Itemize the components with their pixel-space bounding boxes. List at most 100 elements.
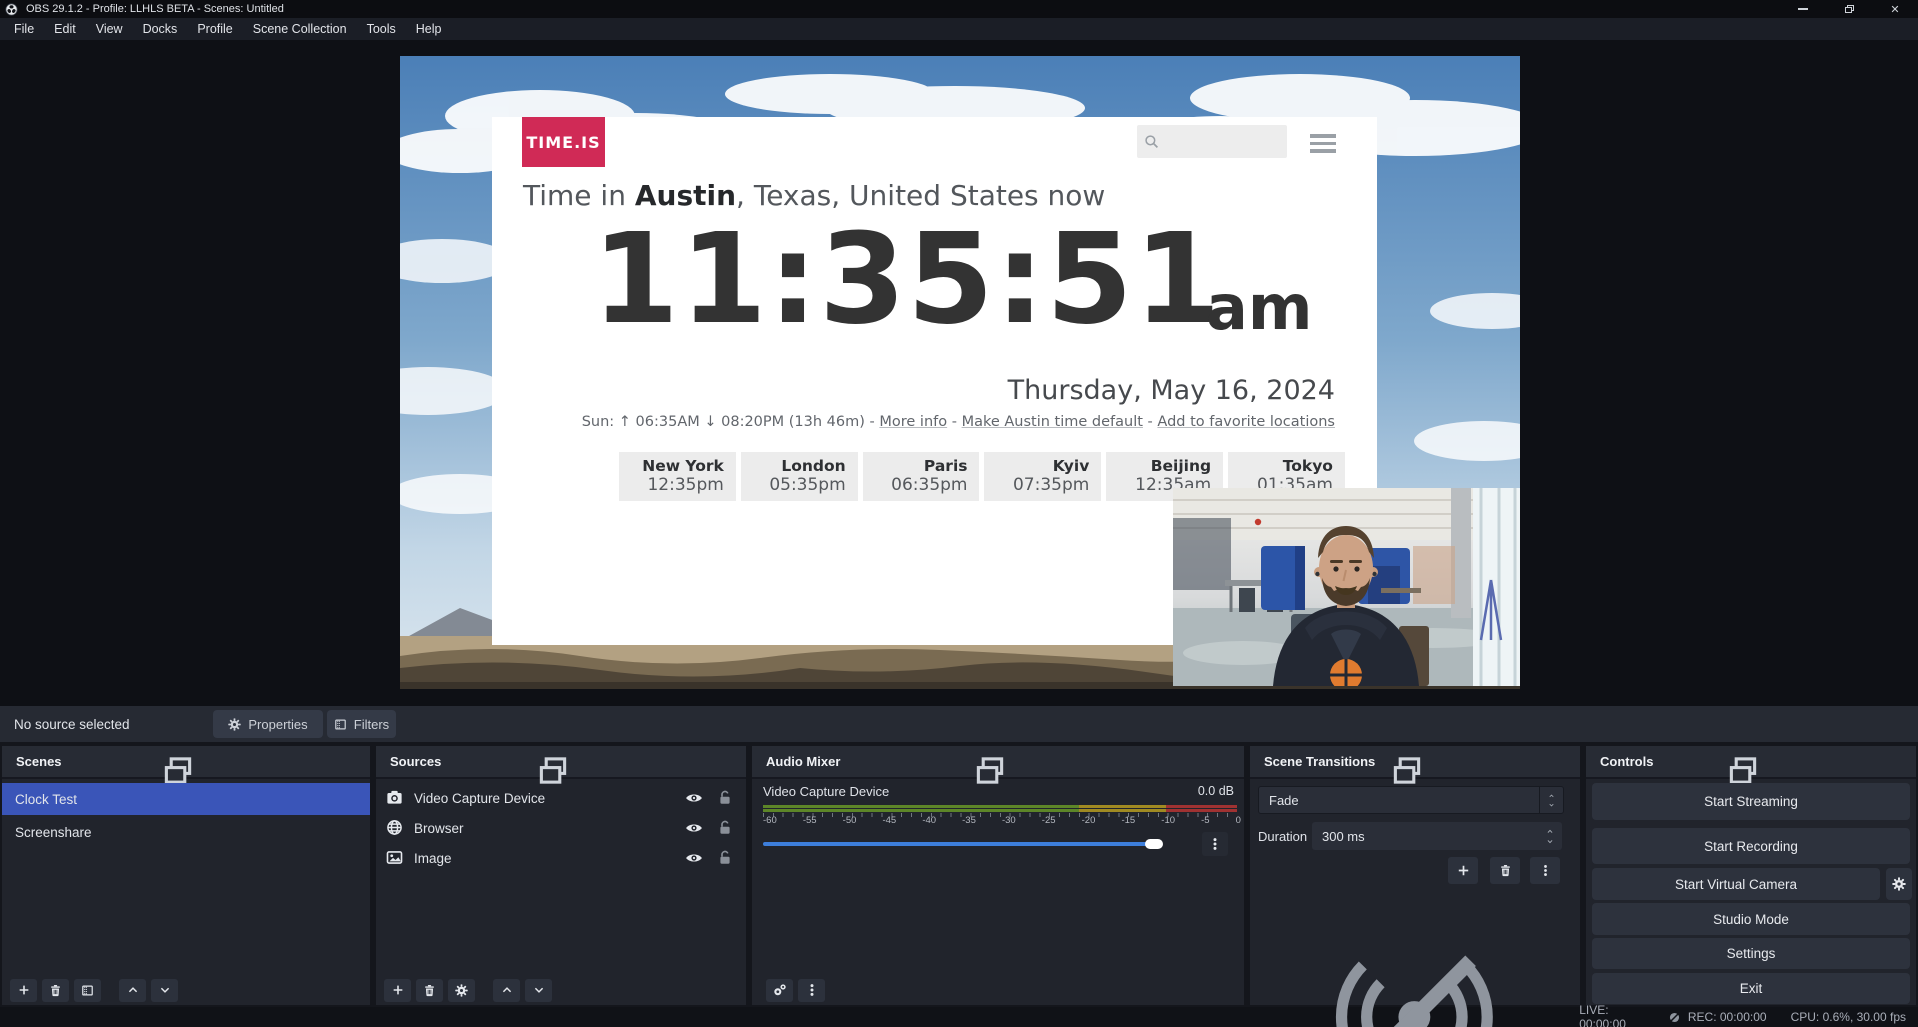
sources-header[interactable]: Sources xyxy=(376,746,746,779)
chevron-down-icon xyxy=(1545,838,1555,845)
remove-source-button[interactable] xyxy=(416,979,443,1002)
duration-label: Duration xyxy=(1258,820,1307,852)
scene-filters-button[interactable] xyxy=(74,979,101,1002)
scene-item-screenshare[interactable]: Screenshare xyxy=(2,816,370,848)
source-row-browser[interactable]: Browser xyxy=(376,813,746,843)
volume-slider[interactable] xyxy=(763,842,1153,846)
menu-profile[interactable]: Profile xyxy=(187,18,242,40)
transitions-header[interactable]: Scene Transitions xyxy=(1250,746,1580,779)
timeis-search-box xyxy=(1137,125,1287,158)
popout-icon[interactable] xyxy=(1242,755,1572,786)
webcam-source xyxy=(1173,488,1520,686)
window-title: OBS 29.1.2 - Profile: LLHLS BETA - Scene… xyxy=(26,3,284,15)
menu-file[interactable]: File xyxy=(4,18,44,40)
title-bar: OBS 29.1.2 - Profile: LLHLS BETA - Scene… xyxy=(0,0,1918,18)
audio-mixer-panel: Audio Mixer Video Capture Device 0.0 dB … xyxy=(752,746,1244,1005)
mixer-db-value: 0.0 dB xyxy=(1198,784,1234,798)
move-source-up-button[interactable] xyxy=(493,979,520,1002)
start-recording-button[interactable]: Start Recording xyxy=(1592,828,1910,864)
record-off-icon xyxy=(1668,1011,1681,1024)
chevron-up-icon xyxy=(1545,828,1555,835)
broadcast-off-icon xyxy=(1257,942,1572,1027)
lock-icon[interactable] xyxy=(717,819,733,836)
source-toolbar: No source selected Properties Filters xyxy=(0,706,1918,742)
minimize-button[interactable] xyxy=(1780,0,1826,18)
filters-button[interactable]: Filters xyxy=(327,710,396,738)
source-row-image[interactable]: Image xyxy=(376,843,746,873)
camera-icon xyxy=(386,789,403,806)
sources-panel: Sources Video Capture Device Browser Ima… xyxy=(376,746,746,1005)
menu-docks[interactable]: Docks xyxy=(133,18,188,40)
scenes-header[interactable]: Scenes xyxy=(2,746,370,779)
start-streaming-button[interactable]: Start Streaming xyxy=(1592,783,1910,820)
scene-item-clock-test[interactable]: Clock Test xyxy=(2,783,370,815)
sources-toolbar xyxy=(384,978,552,1002)
volume-slider-handle[interactable] xyxy=(1145,839,1163,849)
rec-status: REC: 00:00:00 xyxy=(1668,1010,1767,1024)
gear-icon xyxy=(1892,877,1906,891)
transition-menu-button[interactable] xyxy=(1530,857,1560,884)
visibility-eye-icon[interactable] xyxy=(685,849,703,867)
mixer-toolbar xyxy=(766,978,825,1002)
volume-slider-row xyxy=(763,832,1233,856)
popout-icon[interactable] xyxy=(1578,755,1908,786)
obs-logo-icon xyxy=(5,3,18,16)
chevron-down-icon xyxy=(1547,802,1556,808)
add-source-button[interactable] xyxy=(384,979,411,1002)
source-properties-button[interactable] xyxy=(448,979,475,1002)
restore-icon xyxy=(1845,5,1854,13)
menu-edit[interactable]: Edit xyxy=(44,18,86,40)
remove-scene-button[interactable] xyxy=(42,979,69,1002)
studio-mode-button[interactable]: Studio Mode xyxy=(1592,903,1910,935)
clock-ampm: am xyxy=(1206,277,1312,339)
live-status: LIVE: 00:00:00 xyxy=(1257,942,1643,1027)
duration-spinner[interactable] xyxy=(1538,822,1562,850)
city-clock: New York12:35pm xyxy=(619,452,736,501)
meter-tick-labels: -60-55 -50-45 -40-35 -30-25 -20-15 -10-5… xyxy=(763,815,1241,826)
menu-tools[interactable]: Tools xyxy=(357,18,406,40)
menu-scene-collection[interactable]: Scene Collection xyxy=(243,18,357,40)
visibility-eye-icon[interactable] xyxy=(685,819,703,837)
make-default-link: Make Austin time default xyxy=(962,414,1143,430)
menu-help[interactable]: Help xyxy=(406,18,452,40)
menu-view[interactable]: View xyxy=(86,18,133,40)
popout-icon[interactable] xyxy=(0,755,362,786)
scenes-panel: Scenes Clock Test Screenshare xyxy=(2,746,370,1005)
popout-icon[interactable] xyxy=(744,755,1236,786)
add-scene-button[interactable] xyxy=(10,979,37,1002)
minimize-icon xyxy=(1798,8,1808,10)
cpu-status: CPU: 0.6%, 30.00 fps xyxy=(1791,1010,1906,1024)
audio-mixer-header[interactable]: Audio Mixer xyxy=(752,746,1244,779)
transition-select-spinner[interactable] xyxy=(1539,787,1563,813)
scenes-toolbar xyxy=(10,978,178,1002)
remove-transition-button[interactable] xyxy=(1490,857,1520,884)
globe-icon xyxy=(386,819,403,836)
lock-icon[interactable] xyxy=(717,789,733,806)
mixer-menu-button[interactable] xyxy=(798,979,825,1002)
preview-area: TIME.IS Time in Austin, Texas, United St… xyxy=(0,40,1918,706)
close-button[interactable]: ✕ xyxy=(1872,0,1918,18)
start-virtual-camera-button[interactable]: Start Virtual Camera xyxy=(1592,868,1880,900)
clock-date: Thursday, May 16, 2024 xyxy=(1008,375,1335,406)
gear-icon xyxy=(228,718,241,731)
virtual-camera-config-button[interactable] xyxy=(1886,868,1912,900)
transition-select[interactable]: Fade xyxy=(1258,786,1564,814)
move-scene-down-button[interactable] xyxy=(151,979,178,1002)
timeis-logo: TIME.IS xyxy=(522,117,605,167)
transitions-toolbar xyxy=(1250,857,1580,884)
move-source-down-button[interactable] xyxy=(525,979,552,1002)
restore-button[interactable] xyxy=(1826,0,1872,18)
popout-icon[interactable] xyxy=(368,755,738,786)
source-row-video-capture[interactable]: Video Capture Device xyxy=(376,783,746,813)
add-transition-button[interactable] xyxy=(1448,857,1478,884)
visibility-eye-icon[interactable] xyxy=(685,789,703,807)
duration-spinbox[interactable]: 300 ms xyxy=(1312,822,1562,850)
controls-header[interactable]: Controls xyxy=(1586,746,1916,779)
preview-canvas[interactable]: TIME.IS Time in Austin, Texas, United St… xyxy=(400,56,1520,689)
mixer-channel-menu-button[interactable] xyxy=(1202,832,1228,856)
properties-button[interactable]: Properties xyxy=(213,710,323,738)
lock-icon[interactable] xyxy=(717,849,733,866)
move-scene-up-button[interactable] xyxy=(119,979,146,1002)
advanced-audio-button[interactable] xyxy=(766,979,793,1002)
mixer-channel-name: Video Capture Device xyxy=(763,784,889,799)
